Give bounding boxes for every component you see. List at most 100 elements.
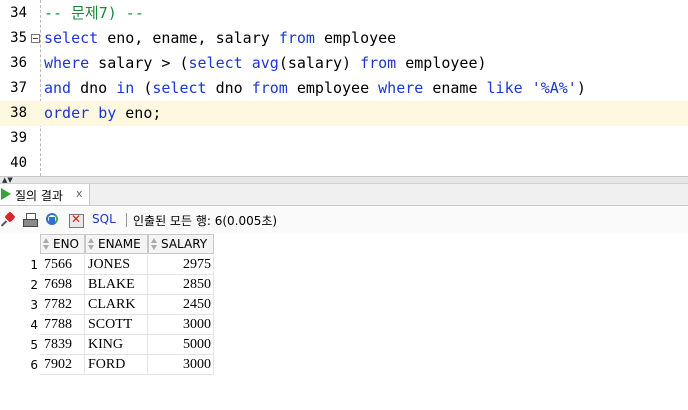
line-number: 40 [10, 155, 27, 171]
sql-keyword: from [278, 29, 315, 47]
editor-line[interactable]: 37 and dno in (select dno from employee w… [0, 76, 688, 101]
sql-keyword: in [116, 79, 135, 97]
cell-salary[interactable]: 3000 [148, 315, 214, 335]
cell-salary[interactable]: 2850 [148, 275, 214, 295]
cell-ename[interactable]: KING [85, 335, 148, 355]
tab-query-result-label: 질의 결과 [15, 189, 63, 203]
sql-token: ) [576, 79, 586, 97]
sql-keyword: select [44, 29, 99, 47]
splitter-arrows-icon[interactable]: ▲▼ [2, 177, 13, 184]
line-number: 34 [10, 5, 27, 21]
sql-keyword: select [152, 79, 207, 97]
sql-keyword: from [360, 54, 397, 72]
editor-line[interactable]: 36 where salary > (select avg(salary) fro… [0, 51, 688, 76]
sql-keyword: like [486, 79, 523, 97]
cell-eno[interactable]: 7902 [40, 355, 85, 375]
result-grid[interactable]: ENO ENAME SALARY 1 7566 JONES 2975 2 7698 BLAK… [0, 234, 688, 410]
cell-ename[interactable]: BLAKE [85, 275, 148, 295]
cell-salary[interactable]: 5000 [148, 335, 214, 355]
row-number: 1 [30, 258, 38, 272]
sql-keyword: by [98, 104, 117, 122]
tab-close-icon[interactable]: x [76, 187, 83, 200]
sort-icon[interactable] [43, 238, 50, 250]
column-header-eno[interactable]: ENO [40, 234, 85, 254]
sql-token: employee) [396, 54, 487, 72]
result-toolbar: SQL 인출된 모든 행: 6(0.005초) [0, 207, 688, 233]
sql-token: salary > ( [89, 54, 189, 72]
result-tab-bar: 질의 결과 x [0, 184, 688, 206]
editor-line[interactable]: 39 [0, 126, 688, 151]
column-title: ENO [53, 237, 80, 251]
sql-keyword: from [251, 79, 288, 97]
table-row[interactable]: 2 7698 BLAKE 2850 [0, 275, 688, 295]
code-text: and dno in (select dno from employee whe… [44, 76, 586, 101]
row-number: 5 [30, 338, 38, 352]
row-number: 3 [30, 298, 38, 312]
column-header-ename[interactable]: ENAME [85, 234, 148, 254]
editor-line[interactable]: 34 -- 문제7) -- [0, 1, 688, 26]
row-number: 4 [30, 318, 38, 332]
row-number: 6 [30, 358, 38, 372]
sql-keyword: where [44, 54, 90, 72]
toolbar-separator [126, 213, 127, 227]
sql-keyword: order [44, 104, 90, 122]
tab-query-result[interactable]: 질의 결과 x [0, 184, 90, 205]
row-number: 2 [30, 278, 38, 292]
column-title: ENAME [98, 237, 141, 251]
table-row[interactable]: 4 7788 SCOTT 3000 [0, 315, 688, 335]
fold-collapse-icon[interactable] [31, 34, 40, 43]
sql-token: dno [71, 79, 117, 97]
sql-keyword: avg [251, 54, 279, 72]
line-number: 39 [10, 130, 27, 146]
sql-token: employee [287, 79, 379, 97]
cell-eno[interactable]: 7566 [40, 255, 85, 275]
code-text: where salary > (select avg(salary) from … [44, 51, 487, 76]
cancel-query-icon[interactable] [68, 212, 84, 228]
cell-ename[interactable]: CLARK [85, 295, 148, 315]
sort-icon[interactable] [151, 238, 158, 250]
sql-keyword: select [188, 54, 243, 72]
row-number-header [0, 234, 40, 254]
print-icon[interactable] [22, 212, 38, 228]
code-text: select eno, ename, salary from employee [44, 26, 396, 51]
code-text: order by eno; [44, 101, 161, 126]
line-number: 37 [10, 80, 27, 96]
fetch-status-text: 인출된 모든 행: 6(0.005초) [133, 214, 278, 228]
column-header-salary[interactable]: SALARY [148, 234, 214, 254]
refresh-icon[interactable] [45, 212, 61, 228]
sql-token: dno [206, 79, 252, 97]
sql-token: ( [134, 79, 153, 97]
line-number: 36 [10, 55, 27, 71]
table-row[interactable]: 3 7782 CLARK 2450 [0, 295, 688, 315]
sql-string: '%A%' [531, 79, 577, 97]
cell-salary[interactable]: 2450 [148, 295, 214, 315]
cell-salary[interactable]: 2975 [148, 255, 214, 275]
cell-eno[interactable]: 7782 [40, 295, 85, 315]
cell-eno[interactable]: 7788 [40, 315, 85, 335]
cell-salary[interactable]: 3000 [148, 355, 214, 375]
table-row[interactable]: 6 7902 FORD 3000 [0, 355, 688, 375]
pin-icon[interactable] [1, 212, 17, 228]
column-title: SALARY [161, 237, 208, 251]
table-row[interactable]: 5 7839 KING 5000 [0, 335, 688, 355]
sort-icon[interactable] [88, 238, 95, 250]
code-text: -- 문제7) -- [44, 1, 144, 26]
sql-token: eno, ename, salary [98, 29, 279, 47]
cell-ename[interactable]: JONES [85, 255, 148, 275]
editor-line[interactable]: 35 select eno, ename, salary from employe… [0, 26, 688, 51]
cell-eno[interactable]: 7839 [40, 335, 85, 355]
sql-editor[interactable]: 34 -- 문제7) -- 35 select eno, ename, salary … [0, 0, 688, 176]
sql-token: ename [423, 79, 487, 97]
panel-splitter[interactable] [0, 176, 688, 184]
cell-ename[interactable]: FORD [85, 355, 148, 375]
sql-button[interactable]: SQL [92, 212, 116, 226]
cell-eno[interactable]: 7698 [40, 275, 85, 295]
sql-token: employee [314, 29, 397, 47]
editor-line[interactable]: 40 [0, 151, 688, 176]
cell-ename[interactable]: SCOTT [85, 315, 148, 335]
table-row[interactable]: 1 7566 JONES 2975 [0, 255, 688, 275]
run-triangle-icon [1, 188, 11, 200]
editor-line[interactable]: 38 order by eno; [0, 101, 688, 126]
